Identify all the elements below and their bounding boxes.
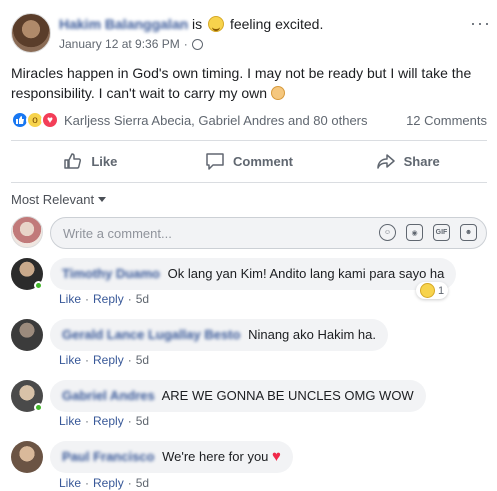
composer-tools: ☺ ◉ GIF ☻ bbox=[379, 224, 477, 241]
comment-meta: Like · Reply · 5d bbox=[59, 476, 150, 490]
comment-label: Comment bbox=[233, 153, 293, 169]
comment-text: Ok lang yan Kim! Andito lang kami para s… bbox=[167, 266, 445, 281]
like-button[interactable]: Like bbox=[11, 146, 170, 176]
thumbs-up-icon bbox=[64, 153, 82, 169]
comment-meta: Like · Reply · 5d bbox=[59, 292, 150, 306]
comment-text: Ninang ako Hakim ha. bbox=[248, 327, 376, 342]
author-avatar[interactable] bbox=[11, 13, 51, 53]
comment-bubble: Gabriel Andres ARE WE GONNA BE UNCLES OM… bbox=[50, 380, 426, 412]
commenter-avatar[interactable] bbox=[11, 319, 43, 351]
comment-like-link[interactable]: Like bbox=[59, 476, 81, 490]
comment-time[interactable]: 5d bbox=[136, 476, 149, 490]
comment-time[interactable]: 5d bbox=[136, 353, 149, 367]
comment-button[interactable]: Comment bbox=[170, 146, 329, 176]
post-text: Miracles happen in God's own timing. I m… bbox=[11, 65, 472, 101]
comment-reply-link[interactable]: Reply bbox=[93, 353, 124, 367]
more-options-icon[interactable]: ··· bbox=[470, 13, 491, 34]
commenter-name[interactable]: Timothy Duamo bbox=[62, 266, 160, 281]
reaction-names[interactable]: Karljess Sierra Abecia, Gabriel Andres a… bbox=[64, 113, 368, 128]
commenter-name[interactable]: Gerald Lance Lugallay Besto bbox=[62, 327, 240, 342]
gif-icon[interactable]: GIF bbox=[433, 224, 450, 241]
commenter-avatar[interactable] bbox=[11, 441, 43, 473]
comment-composer: ☺ ◉ GIF ☻ bbox=[11, 216, 487, 250]
comment-bubble: Timothy Duamo Ok lang yan Kim! Andito la… bbox=[50, 258, 457, 290]
haha-reaction-icon bbox=[420, 283, 435, 298]
comment-sort-dropdown[interactable]: Most Relevant bbox=[11, 192, 107, 207]
commenter-name[interactable]: Gabriel Andres bbox=[62, 388, 155, 403]
comment-like-link[interactable]: Like bbox=[59, 414, 81, 428]
emoji-icon[interactable]: ☺ bbox=[379, 224, 396, 241]
share-label: Share bbox=[403, 153, 440, 169]
author-line: Hakim Balanggalan is feeling excited. bbox=[59, 16, 323, 32]
comment-meta: Like · Reply · 5d bbox=[59, 414, 150, 428]
comment-like-link[interactable]: Like bbox=[59, 353, 81, 367]
reactions-summary: o ♥ Karljess Sierra Abecia, Gabriel Andr… bbox=[11, 110, 487, 130]
online-status-icon bbox=[34, 403, 43, 412]
comment-reaction-badge[interactable]: 1 bbox=[416, 282, 449, 299]
comment-reply-link[interactable]: Reply bbox=[93, 476, 124, 490]
smile-emoji-icon bbox=[208, 16, 225, 32]
like-label: Like bbox=[91, 153, 118, 169]
sort-label: Most Relevant bbox=[11, 192, 95, 207]
love-reaction-icon[interactable]: ♥ bbox=[41, 111, 59, 129]
author-name[interactable]: Hakim Balanggalan bbox=[59, 16, 188, 32]
post-timestamp[interactable]: January 12 at 9:36 PM bbox=[59, 37, 180, 51]
comment-text: ARE WE GONNA BE UNCLES OMG WOW bbox=[161, 388, 414, 403]
comment-time[interactable]: 5d bbox=[136, 414, 149, 428]
comment-time[interactable]: 5d bbox=[136, 292, 149, 306]
comment-meta: Like · Reply · 5d bbox=[59, 353, 150, 367]
comment-bubble-icon bbox=[206, 153, 224, 170]
globe-icon[interactable] bbox=[191, 38, 203, 50]
comment-count[interactable]: 12 Comments bbox=[406, 113, 487, 128]
meta-separator: · bbox=[183, 37, 188, 51]
comment-text: We're here for you bbox=[162, 449, 269, 464]
reaction-count: 1 bbox=[438, 284, 445, 297]
comment-bubble: Gerald Lance Lugallay Besto Ninang ako H… bbox=[50, 319, 388, 351]
comment-bubble: Paul Francisco We're here for you ♥ bbox=[50, 441, 293, 473]
share-button[interactable]: Share bbox=[328, 146, 487, 176]
author-verb: is bbox=[192, 16, 203, 32]
commenter-name[interactable]: Paul Francisco bbox=[62, 449, 154, 464]
divider bbox=[11, 140, 487, 141]
current-user-avatar[interactable] bbox=[11, 216, 43, 248]
comment-like-link[interactable]: Like bbox=[59, 292, 81, 306]
comment-reply-link[interactable]: Reply bbox=[93, 292, 124, 306]
post-header: Hakim Balanggalan is feeling excited. Ja… bbox=[11, 13, 491, 55]
feeling-text: feeling excited. bbox=[229, 16, 324, 32]
post-actions: Like Comment Share bbox=[11, 146, 487, 176]
camera-icon[interactable]: ◉ bbox=[406, 224, 423, 241]
online-status-icon bbox=[34, 281, 43, 290]
divider bbox=[11, 182, 487, 183]
comment-reply-link[interactable]: Reply bbox=[93, 414, 124, 428]
post-body: Miracles happen in God's own timing. I m… bbox=[11, 63, 486, 103]
caret-down-icon bbox=[98, 197, 107, 202]
post-meta: January 12 at 9:36 PM · bbox=[59, 37, 203, 51]
sticker-icon[interactable]: ☻ bbox=[460, 224, 477, 241]
share-arrow-icon bbox=[376, 154, 395, 169]
baby-emoji-icon bbox=[270, 86, 285, 100]
red-heart-icon: ♥ bbox=[272, 448, 281, 465]
